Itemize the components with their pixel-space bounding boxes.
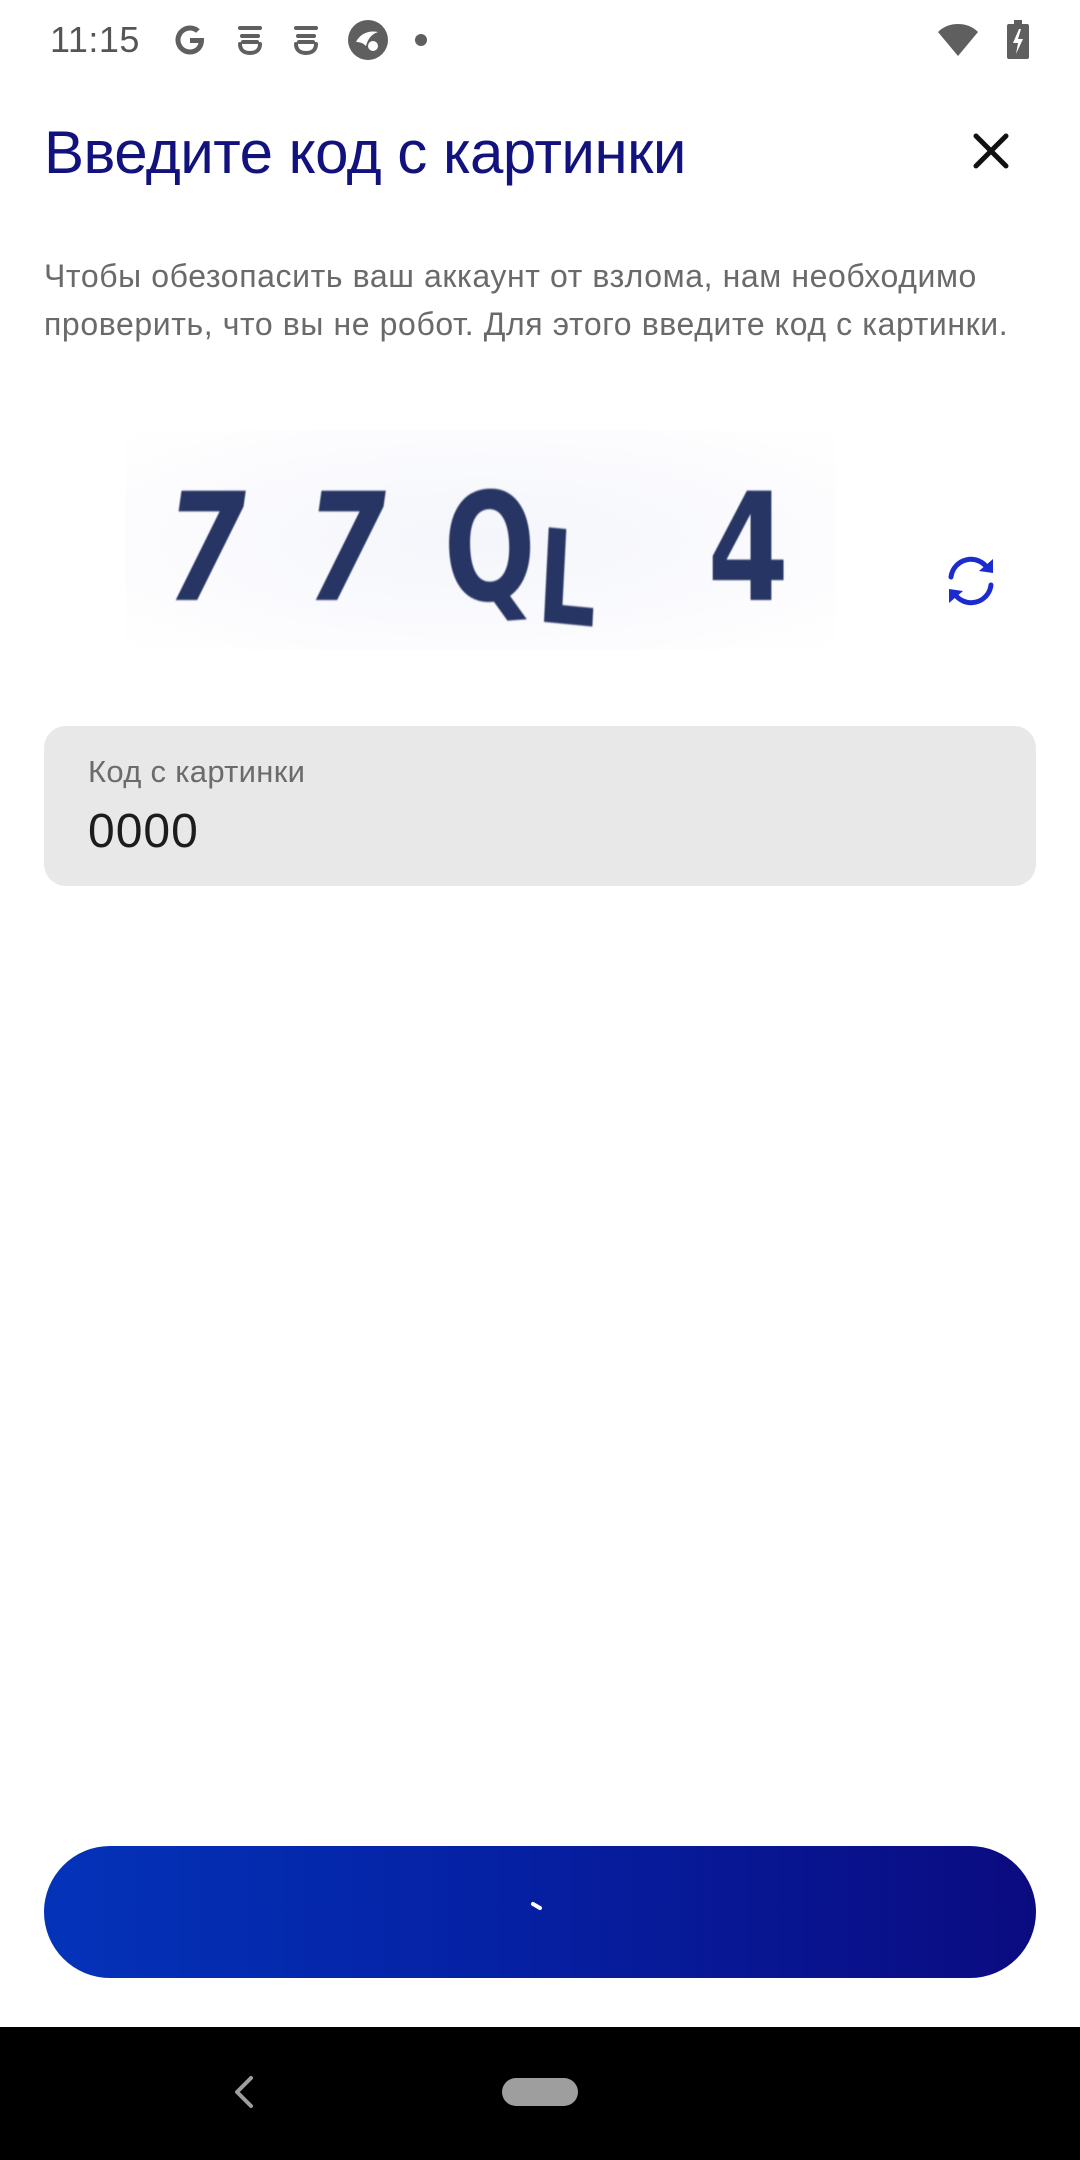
status-notification-icons: [170, 18, 452, 62]
captcha-char: 7: [153, 462, 260, 636]
home-pill[interactable]: [502, 2078, 578, 2106]
captcha-char: Q: [440, 458, 539, 640]
back-button[interactable]: [220, 2067, 270, 2117]
notification-icon: [234, 20, 266, 60]
status-time: 11:15: [50, 19, 140, 60]
battery-charging-icon: [1006, 20, 1030, 60]
refresh-icon: [948, 556, 994, 606]
google-icon: [170, 20, 210, 60]
close-button[interactable]: [960, 120, 1022, 182]
captcha-char: 7: [293, 462, 400, 636]
code-field[interactable]: Код с картинки: [44, 726, 1036, 886]
dot-icon: [414, 33, 428, 47]
captcha-char: L: [533, 500, 601, 658]
submit-button[interactable]: [44, 1846, 1036, 1978]
refresh-captcha-button[interactable]: [940, 550, 1002, 612]
captcha-char: 4: [707, 462, 789, 636]
back-icon: [235, 2076, 253, 2108]
code-field-label: Код с картинки: [88, 754, 306, 789]
navigation-bar: [0, 2027, 1080, 2160]
captcha-image: 7 7 Q L 4: [126, 430, 836, 658]
spinner-icon: [531, 1902, 542, 1910]
status-system-icons: [910, 20, 1030, 60]
app-icon: [346, 18, 390, 62]
description-text: Чтобы обезопасить ваш аккаунт от взлома,…: [44, 258, 1009, 342]
wifi-icon: [936, 22, 980, 58]
status-bar: 11:15: [0, 0, 1080, 80]
code-input[interactable]: [88, 804, 968, 859]
notification-icon: [290, 20, 322, 60]
close-icon: [973, 133, 1009, 169]
page-title: Введите код с картинки: [44, 119, 686, 186]
